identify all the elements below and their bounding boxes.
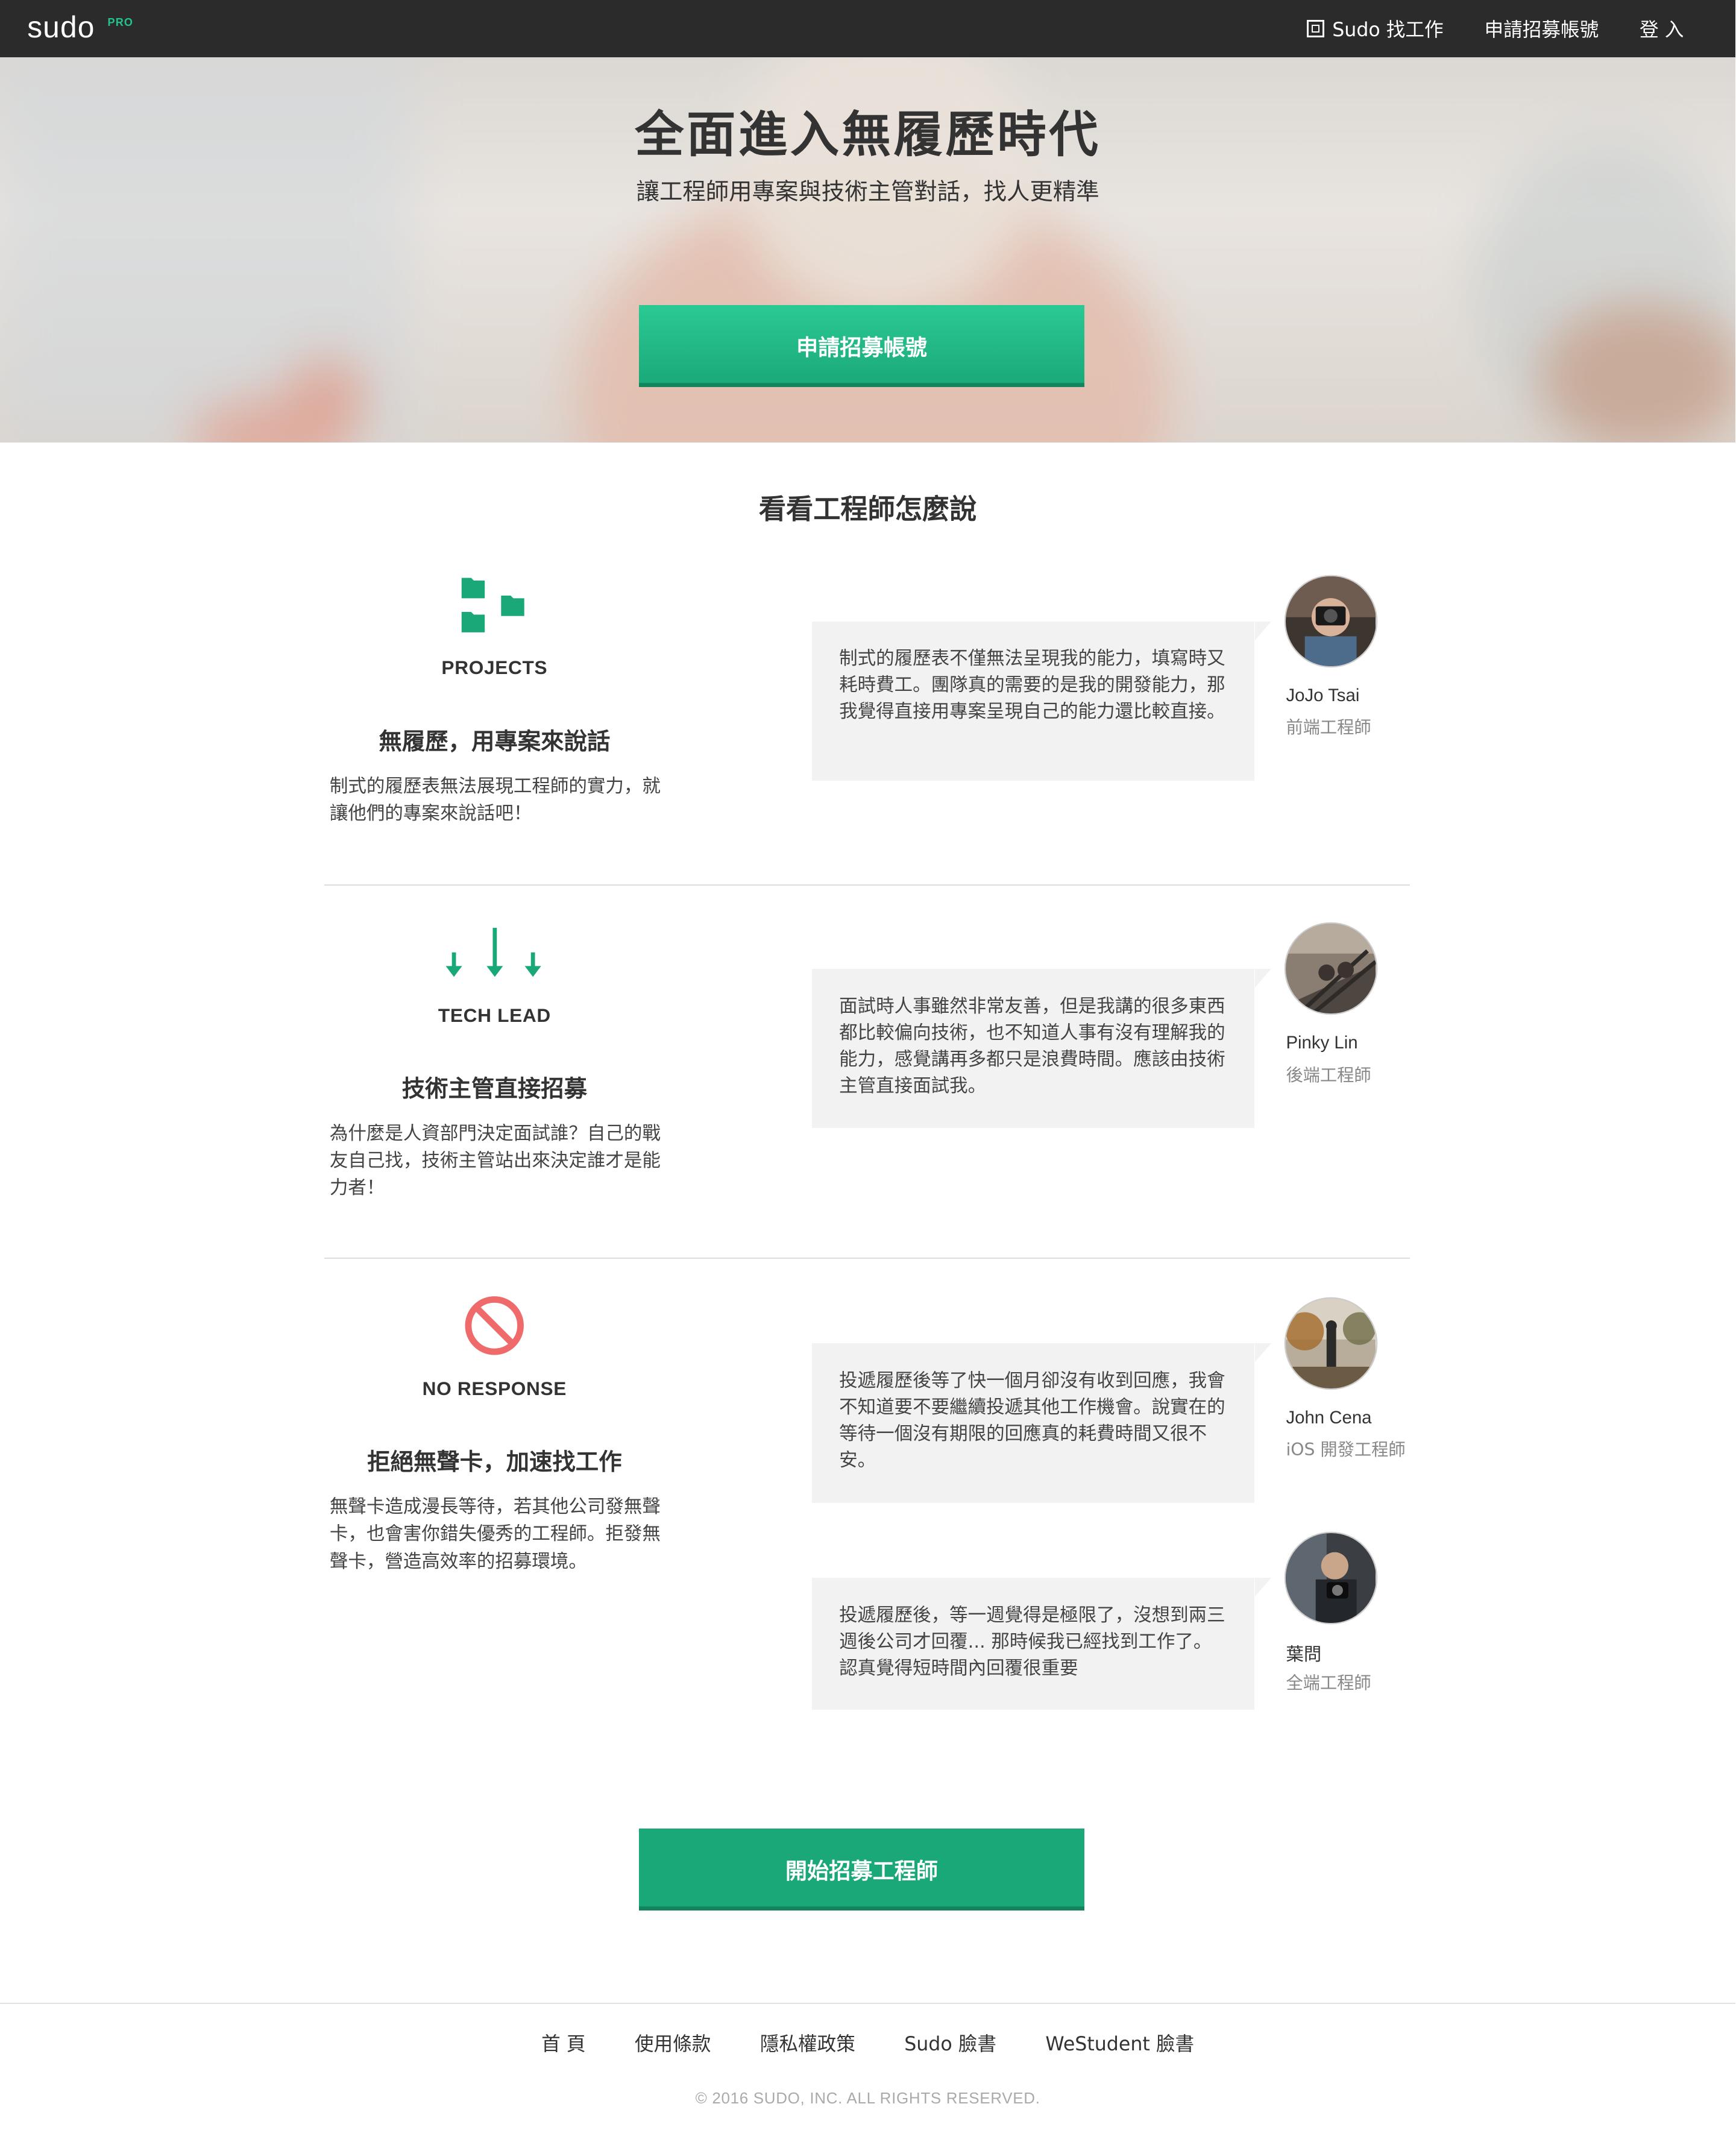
prohibited-icon — [462, 1296, 527, 1358]
person-role: 全端工程師 — [1286, 1672, 1371, 1693]
person-name: 葉問 — [1286, 1645, 1322, 1665]
logo-text: sudo — [27, 10, 95, 44]
footer-link-terms[interactable]: 使用條款 — [635, 2029, 711, 2056]
hero-title: 全面進入無履歷時代 — [635, 106, 1101, 164]
footer-divider — [0, 2003, 1736, 2005]
feature-tech-lead: TECH LEAD 技術主管直接招募 為什麼是人資部門決定面試誰？自己的戰友自己… — [324, 922, 665, 1202]
nav-link-apply-account[interactable]: 申請招募帳號 — [1484, 14, 1599, 42]
avatar-jojo — [1286, 576, 1376, 667]
testimonial-bubble: 投遞履歷後等了快一個月卻沒有收到回應，我會不知道要不要繼續投遞其他工作機會。說實… — [811, 1343, 1271, 1503]
feature-heading: 拒絕無聲卡，加速找工作 — [367, 1449, 622, 1476]
testimonial-bubble: 投遞履歷後，等一週覺得是極限了，沒想到兩三週後公司才回覆... 那時候我已經找到… — [811, 1578, 1271, 1710]
footer-link-home[interactable]: 首 頁 — [541, 2029, 585, 2056]
person-name: Pinky Lin — [1286, 1033, 1358, 1053]
divider — [324, 884, 1410, 886]
avatar-john — [1286, 1298, 1376, 1388]
nav-links: Sudo 找工作 申請招募帳號 登 入 — [1307, 0, 1684, 57]
logo-badge: PRO — [107, 16, 134, 29]
nav-link-label: 申請招募帳號 — [1484, 19, 1599, 42]
nav-link-find-job[interactable]: Sudo 找工作 — [1307, 14, 1444, 42]
folders-icon — [458, 575, 531, 638]
back-icon — [1307, 20, 1324, 37]
footer-link-sudo-facebook[interactable]: Sudo 臉書 — [904, 2029, 996, 2056]
arrows-down-icon — [443, 922, 547, 985]
apply-account-button[interactable]: 申請招募帳號 — [638, 305, 1084, 387]
logo[interactable]: sudo PRO — [27, 10, 133, 45]
section-title: 看看工程師怎麼說 — [758, 493, 977, 526]
person-name: JoJo Tsai — [1286, 685, 1360, 705]
person-role: 前端工程師 — [1286, 717, 1371, 738]
feature-caps: NO RESPONSE — [422, 1377, 567, 1399]
footer-link-privacy[interactable]: 隱私權政策 — [760, 2029, 855, 2056]
feature-desc: 制式的履歷表無法展現工程師的實力，就讓他們的專案來說話吧！ — [329, 775, 661, 824]
feature-heading: 技術主管直接招募 — [401, 1075, 587, 1103]
feature-no-response: NO RESPONSE 拒絕無聲卡，加速找工作 無聲卡造成漫長等待，若其他公司發… — [324, 1296, 665, 1575]
divider — [324, 1257, 1410, 1259]
start-recruiting-button[interactable]: 開始招募工程師 — [638, 1828, 1084, 1911]
nav-link-login[interactable]: 登 入 — [1640, 14, 1684, 42]
nav-link-label: 登 入 — [1640, 19, 1684, 42]
testimonial-bubble: 面試時人事雖然非常友善，但是我講的很多東西都比較偏向技術，也不知道人事有沒有理解… — [811, 968, 1271, 1129]
person-role: 後端工程師 — [1286, 1065, 1371, 1085]
feature-desc: 無聲卡造成漫長等待，若其他公司發無聲卡，也會害你錯失優秀的工程師。拒發無聲卡，營… — [329, 1496, 661, 1572]
feature-desc: 為什麼是人資部門決定面試誰？自己的戰友自己找，技術主管站出來決定誰才是能力者！ — [329, 1123, 661, 1199]
feature-heading: 無履歷，用專案來說話 — [379, 728, 611, 755]
feature-caps: TECH LEAD — [438, 1004, 551, 1026]
person-name: John Cena — [1286, 1407, 1372, 1428]
hero-subtitle: 讓工程師用專案與技術主管對話，找人更精準 — [636, 178, 1099, 206]
copyright: © 2016 SUDO, INC. ALL RIGHTS RESERVED. — [695, 2088, 1040, 2107]
nav-link-label: Sudo 找工作 — [1332, 19, 1444, 42]
top-nav: sudo PRO Sudo 找工作 申請招募帳號 登 入 — [0, 0, 1736, 57]
avatar-pinky — [1286, 924, 1376, 1014]
feature-caps: PROJECTS — [441, 657, 548, 679]
person-role: iOS 開發工程師 — [1286, 1440, 1406, 1460]
footer-link-westudent-facebook[interactable]: WeStudent 臉書 — [1045, 2029, 1194, 2056]
testimonial-bubble: 制式的履歷表不僅無法呈現我的能力，填寫時又耗時費工。團隊真的需要的是我的開發能力… — [811, 621, 1271, 781]
footer-links: 首 頁 使用條款 隱私權政策 Sudo 臉書 WeStudent 臉書 — [0, 2029, 1735, 2056]
avatar-ye-wen — [1286, 1533, 1376, 1623]
feature-projects: PROJECTS 無履歷，用專案來說話 制式的履歷表無法展現工程師的實力，就讓他… — [324, 575, 665, 827]
